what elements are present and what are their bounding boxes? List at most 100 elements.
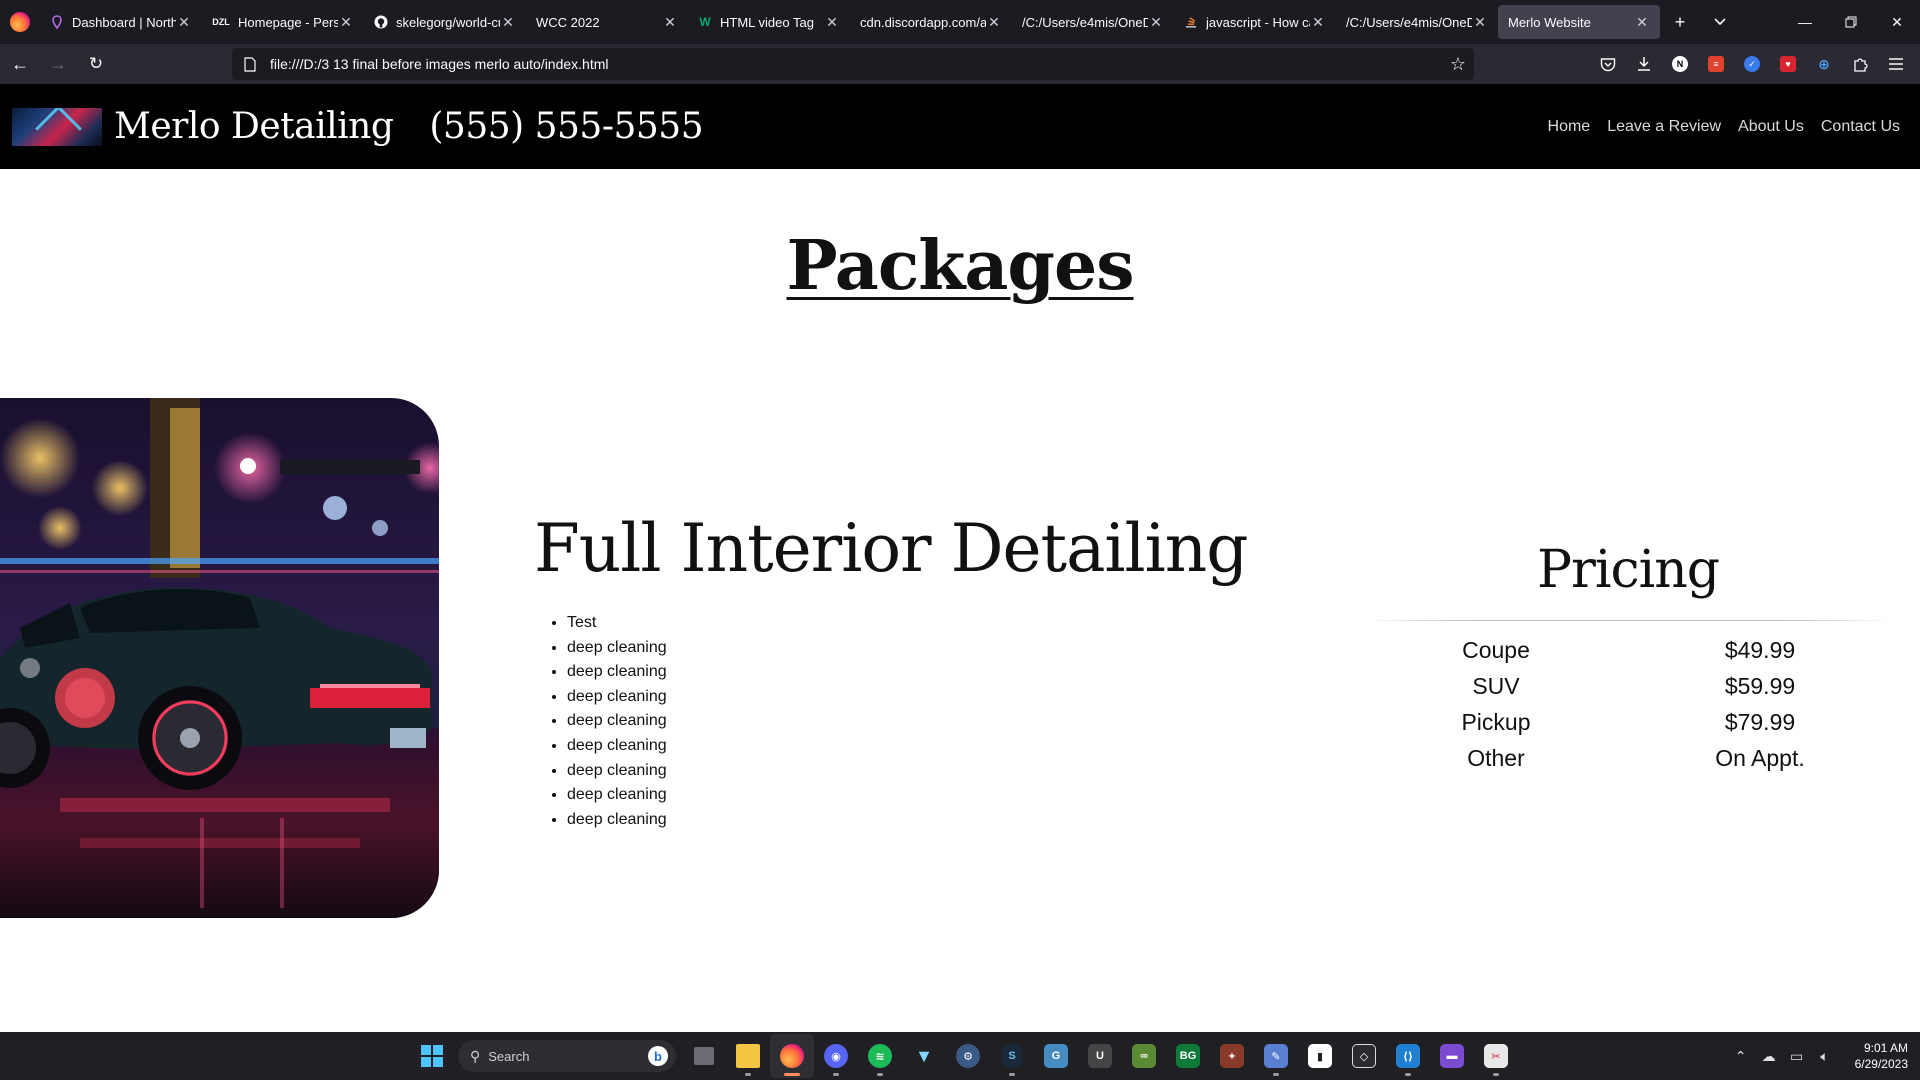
vehicle-type: Other [1467,744,1525,771]
task-view-icon[interactable] [682,1034,726,1078]
snipping-tool-icon[interactable]: ✂ [1474,1034,1518,1078]
windows-taskbar: ⚲ Search b ◉ ≋ ▼ ⚙ S G U ∞ BG ✦ ✎ ▮ ◇ ⟨⟩… [0,1032,1920,1080]
bg-app-icon[interactable]: BG [1166,1034,1210,1078]
chevron-up-icon[interactable]: ⌃ [1727,1048,1755,1065]
tab-local-file-1[interactable]: /C:/Users/e4mis/OneDrive ✕ [1012,5,1174,39]
close-icon[interactable]: ✕ [338,14,354,31]
close-window-button[interactable]: ✕ [1874,0,1920,44]
close-icon[interactable]: ✕ [500,14,516,31]
vehicle-type: Coupe [1462,636,1530,663]
close-icon[interactable]: ✕ [986,14,1002,31]
shield-extension-icon[interactable]: ✓ [1734,48,1770,80]
minecraft-icon[interactable]: ∞ [1122,1034,1166,1078]
tab-github[interactable]: skelegorg/world-cup ✕ [364,5,526,39]
clipchamp-icon[interactable]: ▬ [1430,1034,1474,1078]
system-tray: ⌃ ☁ ▭ 🔈︎ 9:01 AM 6/29/2023 [1727,1032,1908,1080]
firefox-icon[interactable] [770,1034,814,1078]
app-menu-icon[interactable] [1878,48,1914,80]
pricing-divider [1364,620,1892,621]
nav-link-leave-review[interactable]: Leave a Review [1607,118,1721,136]
phone-number: (555) 555-5555 [429,106,704,147]
restore-button[interactable] [1828,0,1874,44]
bookmark-star-icon[interactable]: ☆ [1442,54,1474,75]
unity-hub-icon[interactable]: ◇ [1342,1034,1386,1078]
bing-icon[interactable]: b [648,1046,668,1066]
discord-icon[interactable]: ◉ [814,1034,858,1078]
steam-icon[interactable]: S [990,1034,1034,1078]
close-icon[interactable]: ✕ [662,14,678,31]
vehicle-price: $59.99 [1724,672,1796,699]
unity-icon[interactable]: U [1078,1034,1122,1078]
volume-icon[interactable]: 🔈︎ [1811,1048,1839,1065]
reload-icon[interactable]: ↻ [78,48,114,80]
new-tab-button[interactable]: + [1660,0,1700,44]
network-icon[interactable]: ▭ [1783,1048,1811,1065]
tab-title: Dashboard | Northwest [72,14,176,30]
godot-icon[interactable]: G [1034,1034,1078,1078]
tab-discord-cdn[interactable]: cdn.discordapp.com/attachments ✕ [850,5,1012,39]
brand-name[interactable]: Merlo Detailing [114,106,394,147]
pricing-heading: Pricing [1536,540,1720,600]
nav-link-home[interactable]: Home [1548,118,1591,136]
twitch-icon[interactable]: ▮ [1298,1034,1342,1078]
nav-link-about-us[interactable]: About Us [1738,118,1804,136]
tab-homepage[interactable]: DZL Homepage - Personal ✕ [202,5,364,39]
tab-local-file-2[interactable]: /C:/Users/e4mis/OneDrive ✕ [1336,5,1498,39]
tab-strip: Dashboard | Northwest ✕ DZL Homepage - P… [40,0,1660,44]
close-icon[interactable]: ✕ [176,14,192,31]
taskbar-clock[interactable]: 9:01 AM 6/29/2023 [1855,1040,1908,1072]
list-item: Test [567,611,667,636]
pricing-table: Coupe $49.99 SUV $59.99 Pickup $79.99 Ot… [1364,632,1892,776]
tab-dashboard[interactable]: Dashboard | Northwest ✕ [40,5,202,39]
url-bar[interactable]: file:///D:/3 13 final before images merl… [232,48,1474,80]
forward-arrow-icon[interactable]: → [40,48,76,80]
windows-start-icon[interactable] [412,1036,452,1076]
extensions-puzzle-icon[interactable] [1842,48,1878,80]
settings-gear-icon[interactable]: ⚙ [946,1034,990,1078]
table-row: Pickup $79.99 [1364,704,1892,740]
package-feature-list: Test deep cleaning deep cleaning deep cl… [567,611,667,832]
toolbar-extensions: N ≡ ✓ ♥ ⊕ [1590,48,1914,80]
url-text[interactable]: file:///D:/3 13 final before images merl… [270,56,1442,72]
vehicle-price: On Appt. [1715,744,1805,771]
close-icon[interactable]: ✕ [1472,14,1488,31]
tab-merlo-website[interactable]: Merlo Website ✕ [1498,5,1660,39]
packages-heading-text: Packages [786,226,1134,306]
tab-wcc[interactable]: WCC 2022 ✕ [526,5,688,39]
onedrive-cloud-icon[interactable]: ☁ [1755,1048,1783,1065]
back-arrow-icon[interactable]: ← [2,48,38,80]
taskbar-apps: ⚲ Search b ◉ ≋ ▼ ⚙ S G U ∞ BG ✦ ✎ ▮ ◇ ⟨⟩… [412,1032,1518,1080]
file-explorer-icon[interactable] [726,1034,770,1078]
close-icon[interactable]: ✕ [1148,14,1164,31]
tab-title: javascript - How can I [1206,14,1310,30]
list-item: deep cleaning [567,709,667,734]
downloads-icon[interactable] [1626,48,1662,80]
list-all-tabs-chevron-icon[interactable] [1700,0,1740,44]
nav-link-contact-us[interactable]: Contact Us [1821,118,1900,136]
site-logo[interactable] [12,107,102,146]
paint-app-icon[interactable]: ✎ [1254,1034,1298,1078]
tab-stackoverflow[interactable]: javascript - How can I ✕ [1174,5,1336,39]
notion-extension-icon[interactable]: N [1662,48,1698,80]
vector-app-icon[interactable]: ▼ [902,1034,946,1078]
firefox-menu-icon[interactable] [0,0,40,44]
list-item: deep cleaning [567,734,667,759]
taskbar-search[interactable]: ⚲ Search b [458,1040,676,1072]
list-item: deep cleaning [567,783,667,808]
tab-html-video[interactable]: W HTML video Tag ✕ [688,5,850,39]
pocket-icon[interactable] [1590,48,1626,80]
minimize-button[interactable]: — [1782,0,1828,44]
list-item: deep cleaning [567,685,667,710]
package-title: Full Interior Detailing [534,510,1249,587]
spotify-icon[interactable]: ≋ [858,1034,902,1078]
close-icon[interactable]: ✕ [824,14,840,31]
crosshair-extension-icon[interactable]: ⊕ [1806,48,1842,80]
table-row: SUV $59.99 [1364,668,1892,704]
stack-extension-icon[interactable]: ≡ [1698,48,1734,80]
close-icon[interactable]: ✕ [1310,14,1326,31]
list-item: deep cleaning [567,636,667,661]
vscode-icon[interactable]: ⟨⟩ [1386,1034,1430,1078]
heart-extension-icon[interactable]: ♥ [1770,48,1806,80]
close-icon[interactable]: ✕ [1634,14,1650,31]
game-app-icon[interactable]: ✦ [1210,1034,1254,1078]
